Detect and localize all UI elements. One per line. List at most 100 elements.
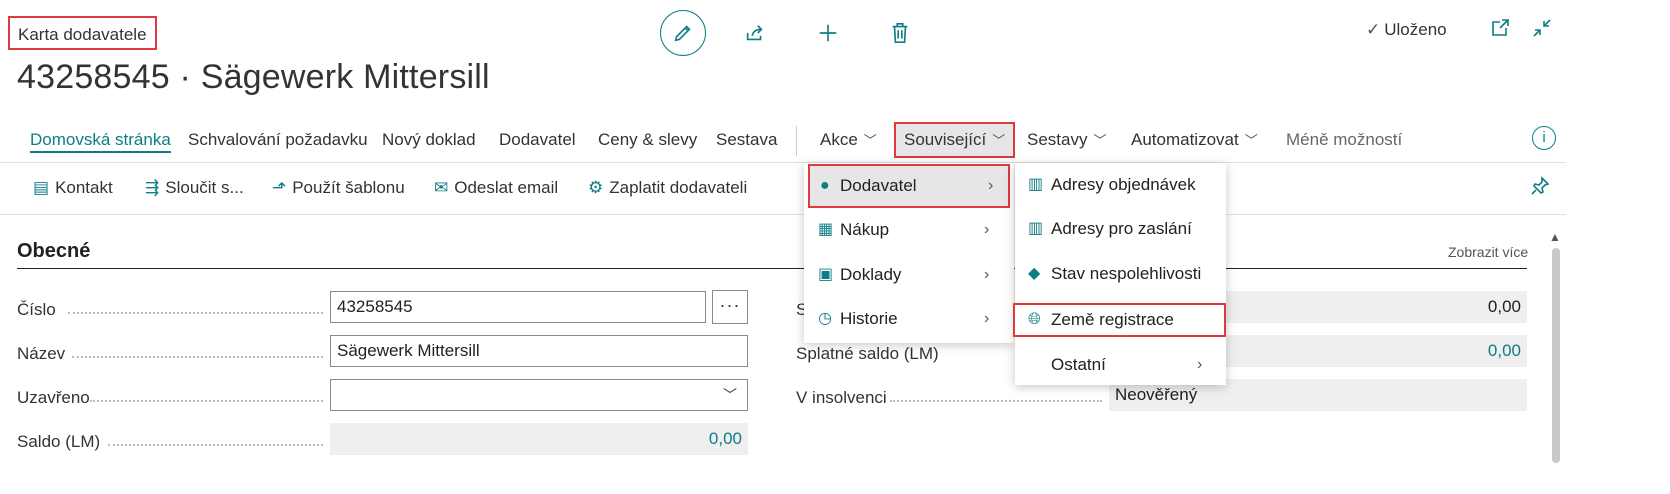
leader-dots (108, 444, 323, 446)
address-book-icon: ▥ (1028, 176, 1044, 193)
merge-label: Sloučit s... (165, 178, 244, 197)
submenu-item-unreliability-status[interactable]: ◆ Stav nespolehlivosti (1015, 254, 1226, 294)
chevron-down-icon: ﹀ (723, 387, 737, 403)
tab-vendor[interactable]: Dodavatel (499, 118, 576, 162)
pay-vendor-label: Zaplatit dodavateli (609, 178, 748, 197)
history-item-label: Historie (840, 309, 898, 328)
related-menu-item-purchase[interactable]: ▦ Nákup › (804, 210, 1014, 250)
vendor-item-label: Dodavatel (840, 176, 917, 195)
open-new-window-icon (1492, 19, 1509, 36)
saved-label: Uloženo (1384, 20, 1447, 39)
chevron-right-icon: › (1197, 356, 1203, 373)
leader-dots (890, 400, 1102, 402)
plus-icon (819, 24, 837, 42)
globe-icon: 🌐︎ (1028, 311, 1041, 328)
registration-country-label: Země registrace (1051, 310, 1174, 329)
chevron-down-icon: ﹀ (1244, 133, 1258, 148)
chevron-right-icon: › (988, 177, 994, 194)
balance-value[interactable]: 0,00 (330, 423, 748, 455)
info-icon[interactable]: i (1532, 126, 1556, 150)
blocked-label: Uzavřeno (17, 388, 90, 407)
assist-edit-button[interactable]: ··· (712, 290, 748, 324)
balance-label: Saldo (LM) (17, 432, 101, 451)
action-bar-divider (796, 126, 797, 156)
share-icon (746, 25, 763, 41)
section-divider (17, 268, 1527, 269)
purchase-item-label: Nákup (840, 220, 890, 239)
leader-dots (90, 400, 323, 402)
tab-approval-request[interactable]: Schvalování požadavku (188, 118, 368, 162)
related-menu-item-history[interactable]: ◷ Historie › (804, 299, 1014, 339)
edit-button[interactable] (660, 10, 706, 56)
new-button[interactable] (805, 10, 851, 56)
payment-icon: ⚙ (588, 178, 604, 197)
promoted-bar-divider (0, 214, 1566, 215)
send-email-label: Odeslat email (454, 178, 559, 197)
apply-template-button[interactable]: ⬏ Použít šablonu (272, 172, 405, 204)
insolvency-label: V insolvenci (796, 388, 887, 407)
unreliability-status-label: Stav nespolehlivosti (1051, 264, 1202, 283)
related-menu-item-vendor[interactable]: ● Dodavatel › (808, 164, 1010, 208)
show-more-link[interactable]: Zobrazit více (1448, 244, 1528, 260)
menu-automate[interactable]: Automatizovat ﹀ (1131, 118, 1258, 162)
name-field[interactable]: Sägewerk Mittersill (330, 335, 748, 367)
leader-dots (68, 312, 323, 314)
collapse-button[interactable] (1532, 18, 1552, 43)
submenu-item-other[interactable]: Ostatní › (1015, 345, 1226, 385)
page-caption: Karta dodavatele (8, 16, 157, 50)
menu-actions[interactable]: Akce ﹀ (820, 118, 877, 162)
trash-icon (892, 23, 908, 43)
tab-home[interactable]: Domovská stránka (30, 118, 171, 162)
template-icon: ⬏ (272, 178, 287, 197)
collapse-icon (1533, 19, 1551, 37)
popout-button[interactable] (1490, 18, 1510, 43)
delete-button[interactable] (877, 10, 923, 56)
vendor-submenu: ▥ Adresy objednávek ▥ Adresy pro zaslání… (1013, 163, 1226, 385)
menu-reports[interactable]: Sestavy ﹀ (1027, 118, 1107, 162)
merge-with-button[interactable]: ⇶ Sloučit s... (145, 172, 244, 204)
apply-template-label: Použít šablonu (292, 178, 405, 197)
menu-related-label: Související (904, 130, 987, 149)
action-bar-divider-line (0, 162, 1566, 163)
pencil-icon (674, 25, 691, 42)
chevron-right-icon: › (984, 266, 990, 283)
menu-related[interactable]: Související ﹀ (894, 122, 1016, 158)
tab-prices-discounts[interactable]: Ceny & slevy (598, 118, 697, 162)
contact-label: Kontakt (55, 178, 113, 197)
less-options-button[interactable]: Méně možností (1286, 118, 1402, 162)
tab-new-document[interactable]: Nový doklad (382, 118, 476, 162)
menu-actions-label: Akce (820, 130, 858, 149)
person-alert-icon: ◆ (1028, 265, 1041, 282)
pay-vendor-button[interactable]: ⚙ Zaplatit dodavateli (588, 172, 747, 204)
contact-button[interactable]: ▤ Kontakt (33, 172, 113, 204)
number-field[interactable]: 43258545 (330, 291, 706, 323)
blocked-select[interactable]: ﹀ (330, 379, 748, 411)
checkmark-icon: ✓ (1366, 20, 1381, 39)
saved-status: ✓ Uloženo (1366, 20, 1447, 40)
chevron-down-icon: ﹀ (1093, 133, 1107, 148)
pin-icon[interactable] (1530, 176, 1550, 201)
ship-addresses-label: Adresy pro zaslání (1051, 219, 1192, 238)
chevron-right-icon: › (984, 221, 990, 238)
scroll-up-arrow[interactable]: ▲ (1549, 230, 1561, 244)
page-title: 43258545 · Sägewerk Mittersill (17, 58, 490, 96)
tab-home-label: Domovská stránka (30, 130, 171, 153)
tab-report[interactable]: Sestava (716, 118, 777, 162)
overdue-balance-label: Splatné saldo (LM) (796, 344, 939, 363)
address-book-icon: ▥ (1028, 220, 1044, 237)
action-bar: Domovská stránka Schvalování požadavku N… (0, 118, 1670, 162)
history-icon: ◷ (818, 310, 832, 327)
share-button[interactable] (732, 10, 778, 56)
merge-icon: ⇶ (145, 178, 160, 197)
send-email-button[interactable]: ✉ Odeslat email (434, 172, 558, 204)
other-label: Ostatní (1051, 355, 1106, 374)
person-icon: ● (820, 177, 830, 194)
submenu-item-registration-country[interactable]: 🌐︎ Země registrace (1013, 303, 1226, 337)
scrollbar-thumb[interactable] (1552, 248, 1560, 463)
chevron-down-icon: ﹀ (992, 133, 1006, 148)
related-menu-item-documents[interactable]: ▣ Doklady › (804, 255, 1014, 295)
submenu-item-ship-addresses[interactable]: ▥ Adresy pro zaslání (1015, 209, 1226, 249)
name-label: Název (17, 344, 66, 363)
related-menu: ● Dodavatel › ▦ Nákup › ▣ Doklady › ◷ Hi… (804, 163, 1014, 343)
submenu-item-order-addresses[interactable]: ▥ Adresy objednávek (1015, 165, 1226, 205)
